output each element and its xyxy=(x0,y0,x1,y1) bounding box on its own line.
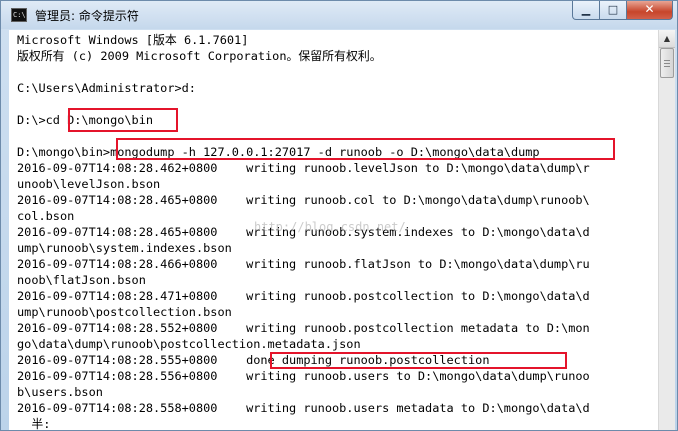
highlight-done-dumping xyxy=(270,352,567,369)
title-bar[interactable]: C:\ 管理员: 命令提示符 ▁ □ ✕ xyxy=(1,1,677,29)
cmd-icon: C:\ xyxy=(11,8,27,22)
console-line: go\data\dump\runoob\postcollection.metad… xyxy=(17,337,361,351)
console-line: 半: xyxy=(17,417,51,431)
console-output[interactable]: Microsoft Windows [版本 6.1.7601] 版权所有 (c) … xyxy=(9,30,660,431)
watermark: http://blog.csdn.net/ xyxy=(254,220,406,234)
window-controls: ▁ □ ✕ xyxy=(572,1,673,21)
console-line: unoob\levelJson.bson xyxy=(17,177,161,191)
scroll-thumb[interactable] xyxy=(660,48,674,78)
console-line: 2016-09-07T14:08:28.462+0800 writing run… xyxy=(17,161,590,175)
console-line: 2016-09-07T14:08:28.552+0800 writing run… xyxy=(17,321,590,335)
console-line: 版权所有 (c) 2009 Microsoft Corporation。保留所有… xyxy=(17,49,382,63)
console-line: 2016-09-07T14:08:28.471+0800 writing run… xyxy=(17,289,590,303)
cmd-window: C:\ 管理员: 命令提示符 ▁ □ ✕ Microsoft Windows [… xyxy=(0,0,678,431)
console-line: C:\Users\Administrator>d: xyxy=(17,81,196,95)
scroll-up-arrow-icon[interactable]: ▲ xyxy=(659,30,675,48)
maximize-button[interactable]: □ xyxy=(600,1,627,20)
minimize-button[interactable]: ▁ xyxy=(572,1,600,20)
console-line: 2016-09-07T14:08:28.465+0800 writing run… xyxy=(17,193,590,207)
console-line: 2016-09-07T14:08:28.558+0800 writing run… xyxy=(17,401,590,415)
highlight-mongodump-command xyxy=(116,138,615,160)
vertical-scrollbar[interactable]: ▲ xyxy=(658,30,675,430)
close-button[interactable]: ✕ xyxy=(627,1,673,20)
highlight-cd-path xyxy=(68,108,178,132)
console-line: 2016-09-07T14:08:28.466+0800 writing run… xyxy=(17,257,590,271)
console-line: ump\runoob\postcollection.bson xyxy=(17,305,232,319)
window-title: 管理员: 命令提示符 xyxy=(35,9,139,23)
console-line: Microsoft Windows [版本 6.1.7601] xyxy=(17,33,249,47)
console-line: b\users.bson xyxy=(17,385,103,399)
console-line: ump\runoob\system.indexes.bson xyxy=(17,241,232,255)
console-line: 2016-09-07T14:08:28.556+0800 writing run… xyxy=(17,369,590,383)
console-line: noob\flatJson.bson xyxy=(17,273,146,287)
